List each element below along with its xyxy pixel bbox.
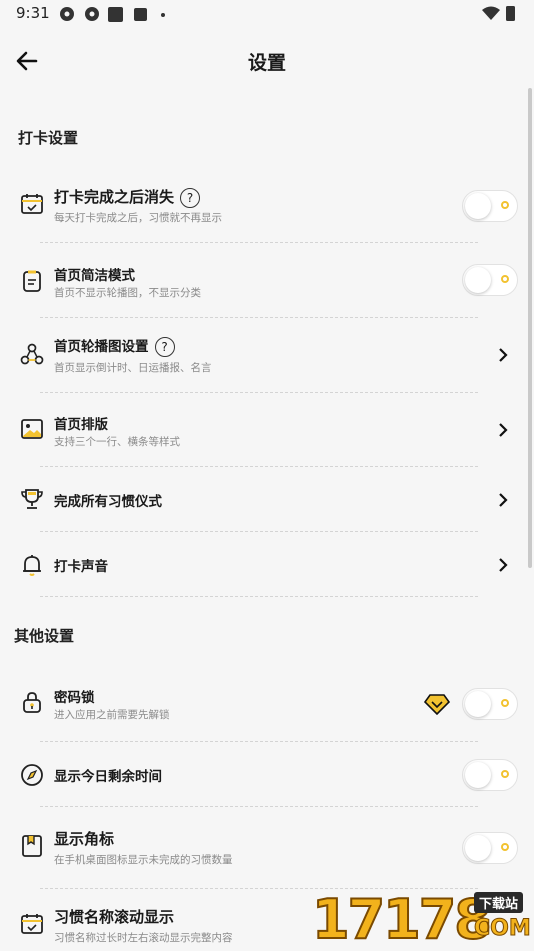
row-subtitle: 首页显示倒计时、日运播报、名言 [54,362,212,374]
app-bar: 设置 [0,28,534,94]
chevron-right-icon [499,558,508,572]
row-subtitle: 每天打卡完成之后，习惯就不再显示 [54,212,222,224]
row-checkin-sound[interactable]: 打卡声音 [0,545,534,585]
row-title: 打卡完成之后消失? [54,186,201,208]
divider [40,596,478,597]
section-title-checkin: 打卡设置 [18,129,79,147]
bell-icon [23,555,41,576]
row-title: 习惯名称滚动显示 [54,908,175,926]
row-title: 首页排版 [54,417,108,433]
trophy-icon [21,489,43,509]
toggle-remaining-time[interactable] [462,759,518,791]
toggle-show-badge[interactable] [462,832,518,864]
bookmark-icon [22,835,42,857]
calendar-check-icon [21,914,43,934]
clipboard-icon [23,270,41,292]
watermark-suffix: COM [474,916,532,942]
compass-icon [21,764,43,786]
row-title: 首页简洁模式 [54,268,135,284]
row-simple-mode[interactable]: 首页简洁模式 首页不显示轮播图，不显示分类 [0,258,534,308]
row-title: 首页轮播图设置? [54,335,175,357]
row-remaining-time[interactable]: 显示今日剩余时间 [0,755,534,795]
row-hide-after-checkin[interactable]: 打卡完成之后消失? 每天打卡完成之后，习惯就不再显示 [0,180,534,240]
chevron-right-icon [499,423,508,437]
row-title: 打卡声音 [54,559,108,575]
help-icon[interactable]: ? [154,337,175,357]
divider [40,392,478,393]
divider [40,806,478,807]
watermark-logo: 17178 下载站 COM [311,888,534,951]
toggle-simple-mode[interactable] [462,264,518,296]
row-title: 完成所有习惯仪式 [54,494,162,510]
help-icon[interactable]: ? [180,187,201,208]
divider [40,317,478,318]
image-icon [21,419,43,439]
row-subtitle: 进入应用之前需要先解锁 [54,709,170,721]
row-complete-ritual[interactable]: 完成所有习惯仪式 [0,480,534,520]
section-title-other: 其他设置 [14,627,75,645]
row-password-lock[interactable]: 密码锁 进入应用之前需要先解锁 [0,680,534,730]
toggle-hide-after-checkin[interactable] [462,190,518,222]
row-title: 密码锁 [54,690,95,706]
divider [40,466,478,467]
row-subtitle: 首页不显示轮播图，不显示分类 [54,287,201,299]
chevron-right-icon [499,348,508,362]
watermark-tag: 下载站 [474,892,524,913]
lock-icon [23,692,41,713]
divider [40,242,478,243]
vip-diamond-icon [424,694,450,715]
row-title: 显示角标 [54,830,115,848]
page-title: 设置 [247,52,286,74]
wifi-battery-icons [482,6,515,21]
calendar-check-icon [21,194,43,214]
watermark-number: 17178 [311,888,493,951]
row-title: 显示今日剩余时间 [54,769,162,785]
row-home-layout[interactable]: 首页排版 支持三个一行、横条等样式 [0,407,534,457]
toggle-password-lock[interactable] [462,688,518,720]
row-subtitle: 支持三个一行、横条等样式 [54,436,180,448]
nodes-icon [20,343,44,365]
row-carousel-settings[interactable]: 首页轮播图设置? 首页显示倒计时、日运播报、名言 [0,333,534,383]
divider [40,741,478,742]
status-bar: 9:31 [0,0,534,28]
row-show-badge[interactable]: 显示角标 在手机桌面图标显示未完成的习惯数量 [0,822,534,872]
chevron-right-icon [499,493,508,507]
status-time: 9:31 [16,4,50,22]
divider [40,531,478,532]
notification-icons [60,7,165,22]
row-subtitle: 习惯名称过长时左右滚动显示完整内容 [54,932,233,944]
row-subtitle: 在手机桌面图标显示未完成的习惯数量 [54,854,233,866]
